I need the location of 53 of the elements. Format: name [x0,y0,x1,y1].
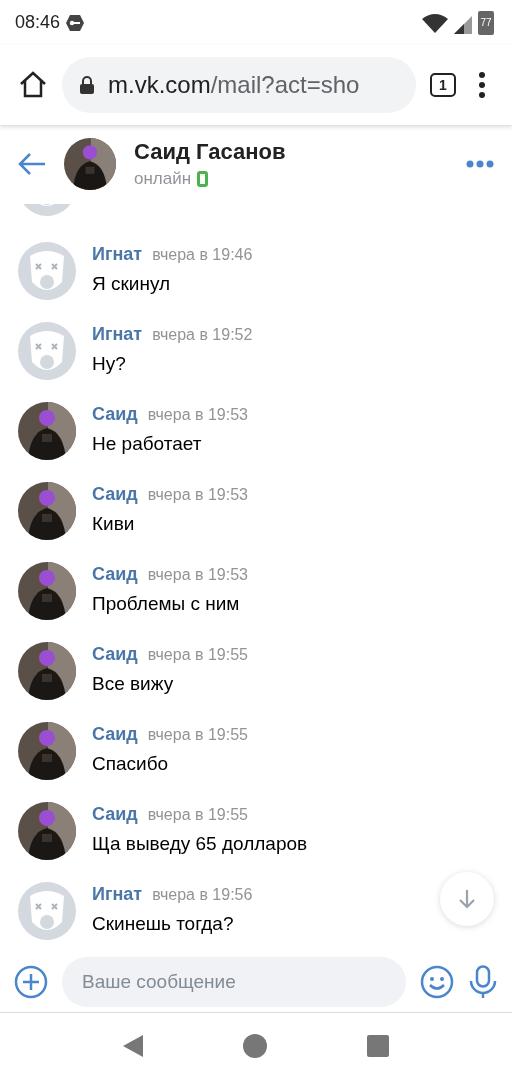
message-time: вчера в 19:56 [152,885,253,904]
message-time: вчера в 19:55 [147,645,248,664]
deleted-user-avatar-icon [18,321,76,380]
author-name[interactable]: Игнат [92,243,143,265]
key-icon [66,14,85,31]
contact-name: Саид Гасанов [134,139,286,165]
online-status: онлайн [134,169,192,189]
microphone-button[interactable] [468,964,498,999]
battery-icon: 77 [478,10,494,35]
message-text: Я скинул [92,272,172,295]
home-icon[interactable] [18,69,48,100]
author-name[interactable]: Саид [92,563,138,585]
message-text: Спасибо [92,752,170,775]
author-name[interactable]: Саид [92,803,138,825]
author-name[interactable]: Саид [92,723,138,745]
recents-nav-icon[interactable] [367,1035,389,1058]
message-time: вчера в 19:52 [152,325,253,344]
message-text: Проблемы с ним [92,592,241,615]
wifi-icon [422,12,448,33]
author-name[interactable]: Саид [92,643,138,665]
attach-button[interactable] [14,964,48,999]
author-name[interactable]: Игнат [92,323,143,345]
address-bar[interactable]: m.vk.com/mail?act=sho [62,56,416,113]
tab-switcher-button[interactable]: 1 [430,72,456,97]
home-nav-icon[interactable] [243,1034,267,1059]
clock-time: 08:46 [15,12,61,34]
more-icon[interactable] [466,160,494,168]
scroll-down-button[interactable] [440,871,494,926]
message-time: вчера в 19:53 [147,565,248,584]
message-text: Скинешь тогда? [92,912,235,935]
message-time: вчера в 19:55 [147,725,248,744]
message-text: Киви [92,512,136,535]
phone-icon [197,171,209,187]
author-name[interactable]: Игнат [92,883,143,905]
deleted-user-avatar-icon [18,241,76,300]
arrow-down-icon [458,888,476,909]
author-name[interactable]: Саид [92,403,138,425]
message-time: вчера в 19:46 [152,245,253,264]
emoji-button[interactable] [420,964,454,999]
back-nav-icon[interactable] [123,1035,143,1058]
message-input-field[interactable]: Ваше сообщение [62,956,406,1007]
author-name[interactable]: Саид [92,483,138,505]
message-text: Не работает [92,432,203,455]
back-arrow-icon[interactable] [18,152,46,176]
message-time: вчера в 19:53 [147,405,248,424]
lock-icon [80,75,94,94]
url-text: m.vk.com/mail?act=sho [108,70,360,99]
deleted-user-avatar-icon [18,881,76,940]
message-text: Ща выведу 65 долларов [92,832,308,855]
message-text: Ну? [92,352,127,375]
message-text: Все вижу [92,672,175,695]
message-time: вчера в 19:53 [147,485,248,504]
message-time: вчера в 19:55 [147,805,248,824]
